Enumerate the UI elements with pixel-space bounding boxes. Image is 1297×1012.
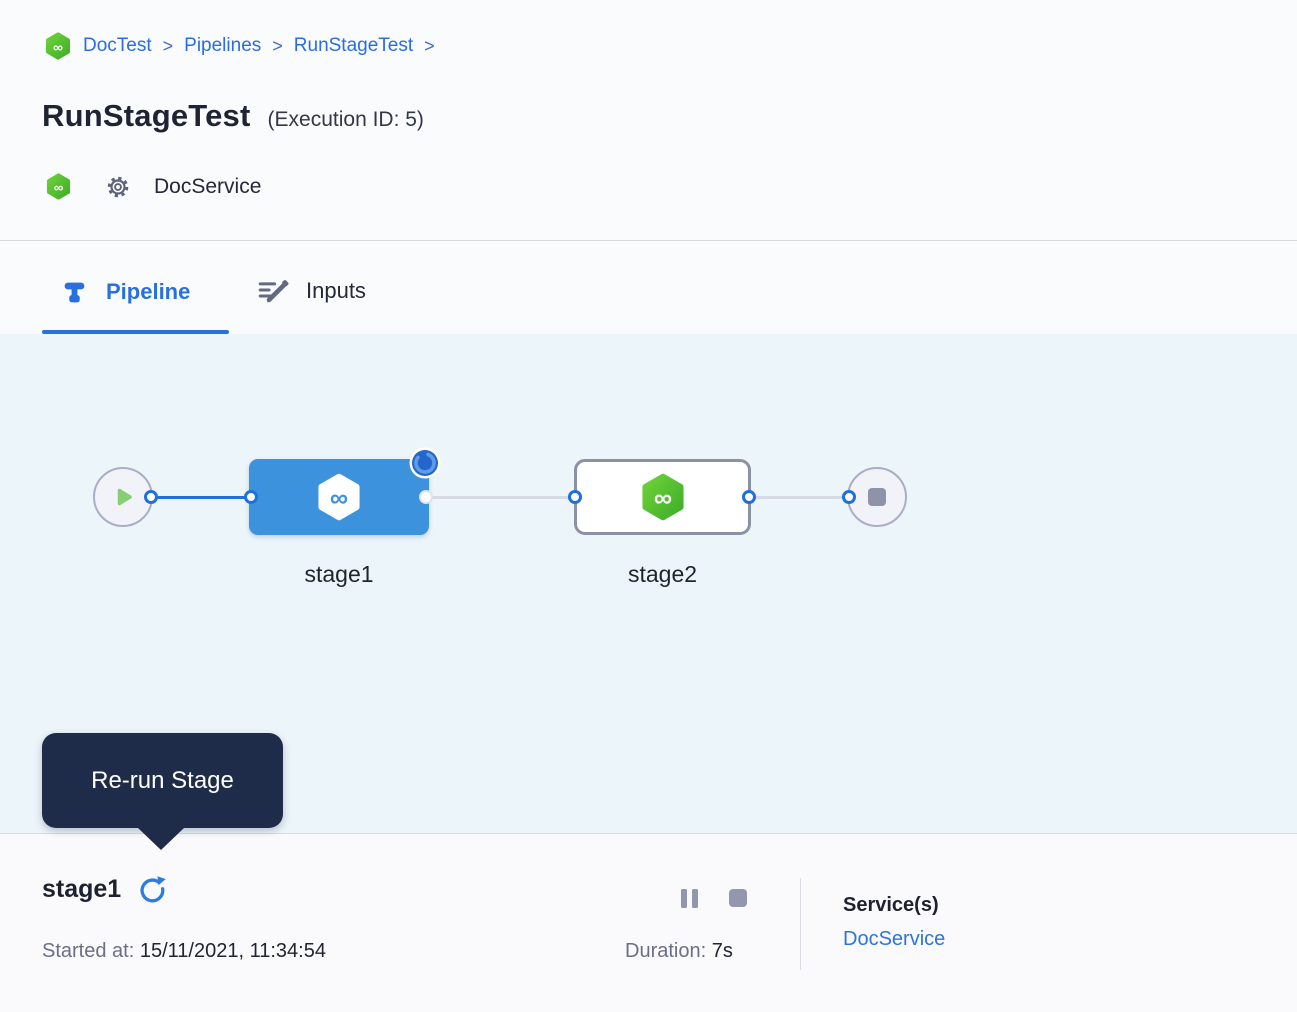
rerun-stage-button[interactable] — [137, 874, 168, 905]
harness-logo-icon[interactable]: ∞ — [44, 32, 72, 60]
harness-logo-icon: ∞ — [45, 173, 72, 200]
breadcrumb-link-pipeline[interactable]: RunStageTest — [294, 35, 413, 57]
tab-bar: Pipeline Inputs — [0, 240, 1297, 334]
tab-pipeline[interactable]: Pipeline — [62, 279, 190, 305]
pause-icon — [681, 889, 687, 908]
duration: Duration: 7s — [625, 940, 733, 963]
pipeline-canvas[interactable]: ∞ ∞ s — [0, 334, 1297, 833]
breadcrumb: ∞ DocTest > Pipelines > RunStageTest > — [44, 32, 435, 60]
stop-button[interactable] — [728, 888, 748, 908]
started-at-label: Started at: — [42, 940, 134, 962]
svg-text:∞: ∞ — [653, 485, 671, 513]
connector-dot — [244, 490, 258, 504]
gear-icon — [105, 174, 131, 200]
svg-text:∞: ∞ — [54, 180, 64, 195]
running-spinner-icon — [409, 447, 441, 484]
connector-dot — [419, 490, 433, 504]
edge-start-stage1 — [151, 496, 251, 499]
svg-text:∞: ∞ — [330, 485, 348, 513]
tooltip-label: Re-run Stage — [91, 767, 234, 795]
stage-node-stage1[interactable]: ∞ — [249, 459, 429, 535]
service-name: DocService — [154, 175, 261, 199]
stage-label-stage2: stage2 — [574, 561, 751, 588]
pipeline-end-node — [847, 467, 907, 527]
play-icon — [110, 484, 136, 510]
services-label: Service(s) — [843, 894, 945, 917]
breadcrumb-link-pipelines[interactable]: Pipelines — [184, 35, 261, 57]
vertical-divider — [800, 878, 801, 970]
started-at: Started at: 15/11/2021, 11:34:54 — [42, 940, 326, 963]
svg-text:∞: ∞ — [53, 39, 63, 55]
edge-stage1-stage2 — [426, 496, 576, 499]
service-row: ∞ DocService — [45, 173, 261, 200]
service-link[interactable]: DocService — [843, 928, 945, 951]
duration-value: 7s — [712, 940, 733, 962]
stop-icon — [729, 889, 747, 907]
services-block: Service(s) DocService — [843, 894, 945, 951]
duration-label: Duration: — [625, 940, 706, 962]
title-row: RunStageTest (Execution ID: 5) — [42, 98, 424, 134]
page-title: RunStageTest — [42, 98, 251, 134]
connector-dot — [568, 490, 582, 504]
stage-node-stage2[interactable]: ∞ — [574, 459, 751, 535]
breadcrumb-link-project[interactable]: DocTest — [83, 35, 152, 57]
tab-inputs[interactable]: Inputs — [258, 277, 366, 304]
footer-stage-name: stage1 — [42, 875, 121, 904]
rerun-stage-tooltip: Re-run Stage — [42, 733, 283, 828]
pipeline-icon — [62, 280, 87, 305]
stage-label-stage1: stage1 — [249, 561, 429, 588]
edge-stage2-end — [749, 496, 849, 499]
pause-button[interactable] — [679, 888, 699, 908]
tab-inputs-label: Inputs — [306, 278, 366, 304]
tab-pipeline-label: Pipeline — [106, 279, 190, 305]
breadcrumb-separator: > — [272, 36, 283, 57]
execution-id: (Execution ID: 5) — [268, 108, 424, 132]
harness-stage-icon: ∞ — [639, 473, 687, 521]
connector-dot — [144, 490, 158, 504]
stage-details-bar: stage1 Started at: 15/11/2021, 11:34:54 … — [0, 833, 1297, 1012]
inputs-icon — [258, 277, 289, 304]
pipeline-execution-page: ∞ DocTest > Pipelines > RunStageTest > R… — [0, 0, 1297, 1012]
breadcrumb-separator: > — [424, 36, 435, 57]
breadcrumb-separator: > — [163, 36, 174, 57]
connector-dot — [742, 490, 756, 504]
stop-square-icon — [868, 488, 886, 506]
connector-dot — [842, 490, 856, 504]
harness-stage-icon: ∞ — [315, 473, 363, 521]
started-at-value: 15/11/2021, 11:34:54 — [140, 940, 326, 962]
